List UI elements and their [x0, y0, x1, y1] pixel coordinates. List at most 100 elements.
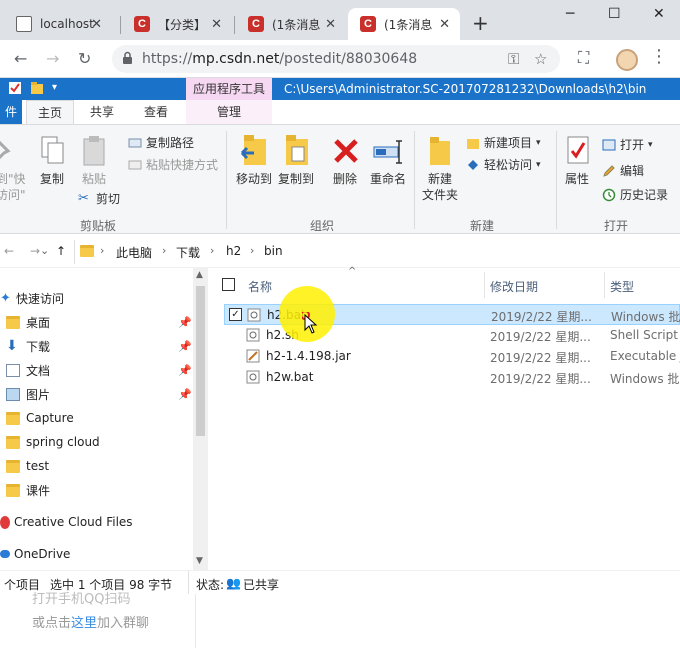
url-bar[interactable]: https://mp.csdn.net/postedit/88030648 ⚿ … [112, 45, 560, 73]
back-arrow-icon[interactable]: ← [14, 50, 27, 68]
new-folder-button[interactable]: 新建 文件夹 [418, 171, 462, 203]
chevron-down-icon[interactable]: ▾ [52, 82, 57, 93]
up-arrow-icon[interactable]: ↑ [56, 244, 66, 258]
paste-button[interactable]: 粘贴 [80, 171, 108, 187]
nav-item-capture[interactable]: Capture [0, 406, 192, 430]
pin-icon[interactable]: 📌 [178, 364, 192, 377]
nav-item-downloads[interactable]: ⬇ 下载 [0, 334, 192, 358]
new-folder-label-2: 文件夹 [421, 188, 458, 202]
column-separator[interactable] [604, 272, 605, 298]
breadcrumb-h2[interactable]: h2 [226, 244, 241, 258]
tab-manage[interactable]: 管理 [186, 100, 272, 124]
easy-access-button[interactable]: 轻松访问 ▾ [466, 157, 541, 173]
qq-group-panel: 打开手机QQ扫码 或点击这里加入群聊 [0, 592, 196, 648]
pin-icon [0, 140, 11, 160]
copy-path-button[interactable]: 复制路径 [128, 135, 194, 151]
tab-home[interactable]: 主页 [26, 100, 74, 124]
csdn-icon: C [360, 16, 376, 32]
nav-label: 下载 [26, 339, 51, 354]
browser-tab-category[interactable]: C 【分类】 ✕ [122, 8, 232, 40]
nav-item-test[interactable]: test [0, 454, 192, 478]
table-row[interactable]: h2w.bat 2019/2/22 星期... Windows 批 [224, 367, 680, 388]
column-separator[interactable] [484, 272, 485, 298]
tab-file[interactable]: 件 [0, 100, 22, 124]
cut-button[interactable]: ✂ 剪切 [78, 191, 120, 207]
browser-tab-messages[interactable]: C (1条消息 ✕ [236, 8, 346, 40]
nav-quick-access[interactable]: ✦ 快速访问 [0, 286, 192, 310]
key-icon[interactable]: ⚿ [508, 50, 519, 68]
properties-button[interactable]: 属性 [562, 171, 592, 187]
tab-share[interactable]: 共享 [80, 100, 124, 124]
reload-icon[interactable]: ↻ [78, 50, 91, 68]
nav-scrollbar[interactable]: ▲ ▼ [193, 268, 208, 570]
scroll-up-icon[interactable]: ▲ [196, 270, 203, 280]
star-icon[interactable]: ☆ [534, 50, 547, 68]
menu-dots-icon[interactable]: ⋮ [650, 48, 668, 66]
row-checkbox[interactable]: ✓ [229, 308, 242, 321]
properties-check-icon[interactable] [8, 81, 22, 95]
back-arrow-icon[interactable]: ← [4, 244, 14, 258]
nav-item-pictures[interactable]: 图片 [0, 382, 192, 406]
nav-item-desktop[interactable]: 桌面 [0, 310, 192, 334]
chevron-right-icon[interactable]: › [162, 244, 166, 257]
easy-access-icon [468, 160, 478, 170]
scrollbar-thumb[interactable] [196, 286, 205, 436]
column-type[interactable]: 类型 [610, 278, 634, 295]
chevron-right-icon[interactable]: › [250, 244, 254, 257]
new-tab-button[interactable]: + [472, 13, 489, 33]
browser-tab-localhost[interactable]: localhost ✕ [4, 8, 112, 40]
cloud-icon [0, 550, 10, 558]
lock-icon [123, 51, 132, 64]
forward-arrow-icon[interactable]: → [30, 244, 40, 258]
nav-onedrive[interactable]: OneDrive [0, 542, 192, 566]
extension-icon[interactable]: ⛶ [578, 49, 589, 67]
browser-tab-active[interactable]: C (1条消息 ✕ [348, 8, 460, 40]
paste-shortcut-button[interactable]: 粘贴快捷方式 [128, 157, 218, 173]
scroll-down-icon[interactable]: ▼ [196, 556, 203, 566]
edit-button[interactable]: 编辑 [602, 163, 644, 179]
chevron-right-icon[interactable]: › [100, 244, 104, 257]
jar-file-icon [246, 349, 260, 363]
close-icon[interactable]: ✕ [91, 17, 102, 32]
breadcrumb-this-pc[interactable]: 此电脑 [116, 244, 152, 261]
breadcrumb-bin[interactable]: bin [264, 244, 283, 258]
close-icon[interactable]: ✕ [439, 17, 450, 32]
move-to-button[interactable]: 移动到 [234, 171, 274, 187]
folder-icon[interactable] [30, 81, 44, 95]
maximize-button[interactable]: ☐ [608, 6, 621, 22]
select-all-checkbox[interactable] [222, 278, 235, 291]
cut-label: 剪切 [96, 192, 121, 206]
pin-icon[interactable]: 📌 [178, 388, 192, 401]
close-window-button[interactable]: ✕ [653, 6, 665, 22]
new-item-button[interactable]: 新建项目 ▾ [466, 135, 541, 151]
close-icon[interactable]: ✕ [211, 17, 222, 32]
avatar[interactable] [616, 49, 638, 71]
minimize-button[interactable]: ─ [566, 6, 574, 22]
table-row[interactable]: h2-1.4.198.jar 2019/2/22 星期... Executabl… [224, 346, 680, 367]
nav-creative-cloud[interactable]: Creative Cloud Files [0, 510, 192, 534]
pin-icon[interactable]: 📌 [178, 340, 192, 353]
column-modified[interactable]: 修改日期 [490, 278, 538, 295]
tab-label: 【分类】 [158, 17, 207, 32]
forward-arrow-icon[interactable]: → [46, 50, 59, 68]
chevron-right-icon[interactable]: › [210, 244, 214, 257]
copy-to-button[interactable]: 复制到 [276, 171, 316, 187]
nav-item-spring-cloud[interactable]: spring cloud [0, 430, 192, 454]
move-to-icon [240, 135, 266, 165]
close-icon[interactable]: ✕ [325, 17, 336, 32]
pin-icon[interactable]: 📌 [178, 316, 192, 329]
nav-item-courseware[interactable]: 课件 [0, 478, 192, 502]
copy-button[interactable]: 复制 [38, 171, 66, 187]
new-folder-icon [430, 137, 450, 165]
breadcrumb-downloads[interactable]: 下载 [176, 244, 200, 261]
join-group-link[interactable]: 这里 [71, 616, 97, 631]
tab-view[interactable]: 查看 [134, 100, 178, 124]
delete-button[interactable]: 删除 [330, 171, 360, 187]
nav-item-documents[interactable]: 文档 [0, 358, 192, 382]
rename-button[interactable]: 重命名 [368, 171, 408, 187]
chevron-down-icon[interactable]: ⌄ [40, 244, 49, 257]
history-button[interactable]: 历史记录 [602, 187, 668, 203]
open-button[interactable]: 打开 ▾ [602, 137, 653, 153]
column-name[interactable]: 名称 [248, 278, 272, 295]
pin-quick-access-button[interactable]: 到"快 访问" [0, 171, 26, 203]
